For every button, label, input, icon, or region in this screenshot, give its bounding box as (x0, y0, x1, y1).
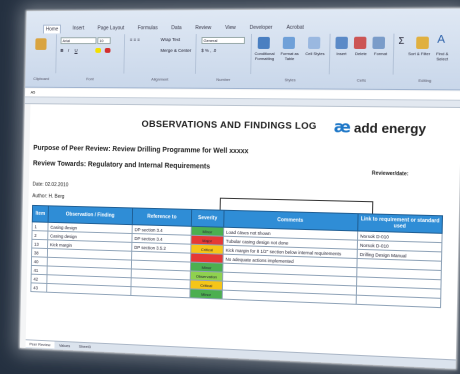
format-as-table-button[interactable]: Format as Table (277, 51, 301, 61)
italic-button[interactable]: I (68, 48, 69, 53)
number-group: General $ % , .0 Number (196, 33, 253, 82)
tab-review[interactable]: Review (193, 24, 213, 33)
alignment-group: ≡ ≡ ≡ Wrap Text Merge & Center Alignment (125, 34, 197, 82)
header-item: Item (32, 205, 49, 223)
find-select-icon[interactable]: A (437, 33, 445, 45)
log-title: OBSERVATIONS AND FINDINGS LOG (141, 118, 317, 133)
ribbon-tabs: Home Insert Page Layout Formulas Data Re… (43, 24, 306, 34)
tab-page-layout[interactable]: Page Layout (96, 24, 127, 33)
styles-group: Conditional Formatting Format as Table C… (252, 33, 331, 82)
conditional-formatting-button[interactable]: Conditional Formatting (252, 51, 276, 61)
underline-button[interactable]: U (74, 48, 77, 53)
cell-link[interactable] (356, 295, 441, 308)
tab-formulas[interactable]: Formulas (136, 24, 160, 33)
logo-text: add energy (353, 119, 427, 137)
sheet-tab-values[interactable]: Values (55, 342, 74, 350)
logo-mark: æ (333, 117, 352, 137)
format-button[interactable]: Format (370, 51, 391, 56)
ribbon: Home Insert Page Layout Formulas Data Re… (25, 8, 460, 91)
delete-cells-icon[interactable] (353, 36, 367, 49)
cell-item[interactable]: 43 (30, 282, 47, 293)
tab-view[interactable]: View (223, 24, 238, 33)
date-text: Date: 02.02.2010 (32, 181, 69, 189)
purpose-text: Purpose of Peer Review: Review Drilling … (33, 144, 249, 156)
bold-button[interactable]: B (60, 48, 63, 53)
tab-acrobat[interactable]: Acrobat (284, 24, 306, 33)
format-cells-icon[interactable] (372, 36, 386, 49)
findings-table: Item Observation / Finding Reference to … (30, 205, 443, 308)
wrap-text-button[interactable]: Wrap Text (161, 37, 181, 42)
cell-styles-icon[interactable] (307, 36, 321, 49)
editing-group: Σ A Sort & Filter Find & Select Editing (395, 33, 457, 83)
tab-home[interactable]: Home (43, 24, 62, 34)
sort-filter-button[interactable]: Sort & Filter (408, 51, 431, 56)
group-label-editing: Editing (418, 77, 432, 84)
sort-filter-icon[interactable] (416, 36, 429, 49)
group-label-number: Number (216, 76, 231, 82)
cell-reference[interactable] (130, 286, 191, 298)
font-size-select[interactable]: 10 (97, 37, 111, 45)
tab-developer[interactable]: Developer (248, 24, 275, 33)
group-label-clipboard: Clipboard (33, 76, 50, 82)
paste-icon[interactable] (35, 38, 47, 50)
group-label-font: Font (86, 76, 94, 82)
tab-data[interactable]: Data (169, 24, 183, 33)
worksheet: OBSERVATIONS AND FINDINGS LOG æ add ener… (25, 104, 460, 369)
cells-group: Insert Delete Format Cells (330, 33, 395, 83)
font-group: Arial 10 B I U Font (57, 34, 126, 81)
header-reference: Reference to (132, 207, 192, 227)
author-text: Author: H. Berg (32, 193, 65, 200)
cell-styles-button[interactable]: Cell Styles (303, 51, 327, 56)
merge-center-button[interactable]: Merge & Center (160, 48, 191, 53)
autosum-icon[interactable]: Σ (398, 36, 404, 46)
number-format-select[interactable]: General (201, 36, 245, 44)
review-towards-text: Review Towards: Regulatory and Internal … (32, 160, 211, 171)
company-logo: æ add energy (333, 117, 427, 137)
font-name-select[interactable]: Arial (60, 37, 97, 45)
find-select-button[interactable]: Find & Select (431, 51, 454, 61)
name-box[interactable]: A5 (31, 90, 36, 95)
cell-severity[interactable]: Minor (189, 288, 223, 300)
cell-finding[interactable] (46, 283, 132, 296)
number-format-icons[interactable]: $ % , .0 (201, 48, 216, 53)
clipboard-group: Clipboard (27, 34, 58, 81)
tab-insert[interactable]: Insert (70, 25, 86, 34)
fill-color-icon[interactable] (95, 47, 102, 53)
header-severity: Severity (191, 209, 225, 228)
sheet-tab-peer-review[interactable]: Peer Review (25, 340, 55, 349)
group-label-alignment: Alignment (151, 76, 169, 82)
delete-button[interactable]: Delete (351, 51, 372, 56)
insert-cells-icon[interactable] (335, 36, 348, 49)
spreadsheet-screenshot: Home Insert Page Layout Formulas Data Re… (19, 8, 460, 369)
sheet-tabs: Peer Review Values Sheet3 (25, 339, 456, 369)
font-color-icon[interactable] (104, 47, 111, 53)
align-icons[interactable]: ≡ ≡ ≡ (130, 37, 140, 42)
group-label-cells: Cells (356, 77, 367, 83)
insert-button[interactable]: Insert (331, 51, 352, 56)
format-as-table-icon[interactable] (282, 36, 296, 49)
reviewer-label: Reviewer/date: (371, 170, 409, 178)
conditional-formatting-icon[interactable] (257, 36, 270, 49)
group-label-styles: Styles (284, 77, 296, 83)
sheet-tab-sheet3[interactable]: Sheet3 (75, 343, 95, 351)
